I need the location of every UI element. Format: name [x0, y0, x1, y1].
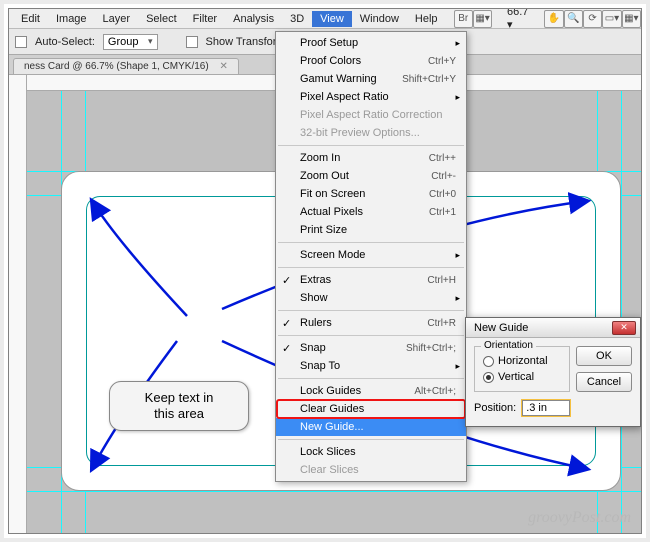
- menu-image[interactable]: Image: [48, 11, 95, 27]
- menu-item[interactable]: ✓RulersCtrl+R: [276, 314, 466, 332]
- menu-item[interactable]: ✓ExtrasCtrl+H: [276, 271, 466, 289]
- view-dropdown: Proof SetupProof ColorsCtrl+YGamut Warni…: [275, 31, 467, 482]
- menu-edit[interactable]: Edit: [13, 11, 48, 27]
- menu-item[interactable]: Snap To: [276, 357, 466, 375]
- show-transform-checkbox[interactable]: [186, 36, 198, 48]
- menu-item[interactable]: New Guide...: [276, 418, 466, 436]
- zoom-value[interactable]: 66.7 ▾: [501, 8, 539, 31]
- menu-item: Pixel Aspect Ratio Correction: [276, 106, 466, 124]
- menu-help[interactable]: Help: [407, 11, 446, 27]
- radio-horizontal-label: Horizontal: [498, 355, 548, 367]
- rotate-icon[interactable]: ⟳: [583, 10, 602, 28]
- menu-item[interactable]: Show: [276, 289, 466, 307]
- menu-item[interactable]: Print Size: [276, 221, 466, 239]
- radio-vertical[interactable]: [483, 372, 494, 383]
- grid-icon[interactable]: ▦▾: [622, 10, 641, 28]
- zoom-icon[interactable]: 🔍: [564, 10, 583, 28]
- auto-select-dropdown[interactable]: Group: [103, 34, 158, 50]
- menu-window[interactable]: Window: [352, 11, 407, 27]
- cancel-button[interactable]: Cancel: [576, 372, 632, 392]
- ok-button[interactable]: OK: [576, 346, 632, 366]
- menu-item[interactable]: ✓SnapShift+Ctrl+;: [276, 339, 466, 357]
- menu-item[interactable]: Lock Slices: [276, 443, 466, 461]
- document-tab-title: ness Card @ 66.7% (Shape 1, CMYK/16): [24, 61, 209, 72]
- menu-item[interactable]: Pixel Aspect Ratio: [276, 88, 466, 106]
- menu-item[interactable]: Zoom OutCtrl+-: [276, 167, 466, 185]
- menubar: Edit Image Layer Select Filter Analysis …: [9, 9, 641, 29]
- hand-icon[interactable]: ✋: [544, 10, 563, 28]
- new-guide-dialog: New Guide ✕ Orientation Horizontal Verti…: [465, 317, 641, 427]
- menu-item: 32-bit Preview Options...: [276, 124, 466, 142]
- screenmode-icon[interactable]: ▭▾: [602, 10, 621, 28]
- dialog-title: New Guide: [474, 322, 528, 334]
- menu-item[interactable]: Lock GuidesAlt+Ctrl+;: [276, 382, 466, 400]
- dialog-titlebar[interactable]: New Guide ✕: [466, 318, 640, 338]
- radio-horizontal[interactable]: [483, 356, 494, 367]
- menu-filter[interactable]: Filter: [185, 11, 225, 27]
- menu-item[interactable]: Fit on ScreenCtrl+0: [276, 185, 466, 203]
- auto-select-checkbox[interactable]: [15, 36, 27, 48]
- menu-item[interactable]: Proof ColorsCtrl+Y: [276, 52, 466, 70]
- menu-item[interactable]: Zoom InCtrl++: [276, 149, 466, 167]
- orientation-fieldset: Orientation Horizontal Vertical: [474, 346, 570, 392]
- menu-item[interactable]: Clear Guides: [276, 400, 466, 418]
- watermark: groovyPost.com: [528, 509, 631, 527]
- close-icon[interactable]: ✕: [612, 321, 636, 335]
- bridge-icon[interactable]: Br: [454, 10, 473, 28]
- orientation-legend: Orientation: [481, 340, 536, 351]
- guide-horizontal[interactable]: [27, 491, 641, 492]
- position-label: Position:: [474, 402, 516, 414]
- menu-3d[interactable]: 3D: [282, 11, 312, 27]
- auto-select-label: Auto-Select:: [35, 36, 95, 48]
- menu-analysis[interactable]: Analysis: [225, 11, 282, 27]
- menu-item[interactable]: Actual PixelsCtrl+1: [276, 203, 466, 221]
- radio-vertical-label: Vertical: [498, 371, 534, 383]
- menu-item[interactable]: Proof Setup: [276, 34, 466, 52]
- menu-view[interactable]: View: [312, 11, 352, 27]
- annotation-callout: Keep text in this area: [109, 381, 249, 431]
- menu-item[interactable]: Gamut WarningShift+Ctrl+Y: [276, 70, 466, 88]
- menu-item[interactable]: Screen Mode: [276, 246, 466, 264]
- position-input[interactable]: [522, 400, 570, 416]
- menu-layer[interactable]: Layer: [95, 11, 139, 27]
- menu-select[interactable]: Select: [138, 11, 185, 27]
- arrange-icon[interactable]: ▦▾: [473, 10, 492, 28]
- vertical-ruler[interactable]: [9, 75, 27, 533]
- menu-item: Clear Slices: [276, 461, 466, 479]
- document-tab[interactable]: ness Card @ 66.7% (Shape 1, CMYK/16) ✕: [13, 58, 239, 74]
- close-tab-icon[interactable]: ✕: [219, 61, 227, 72]
